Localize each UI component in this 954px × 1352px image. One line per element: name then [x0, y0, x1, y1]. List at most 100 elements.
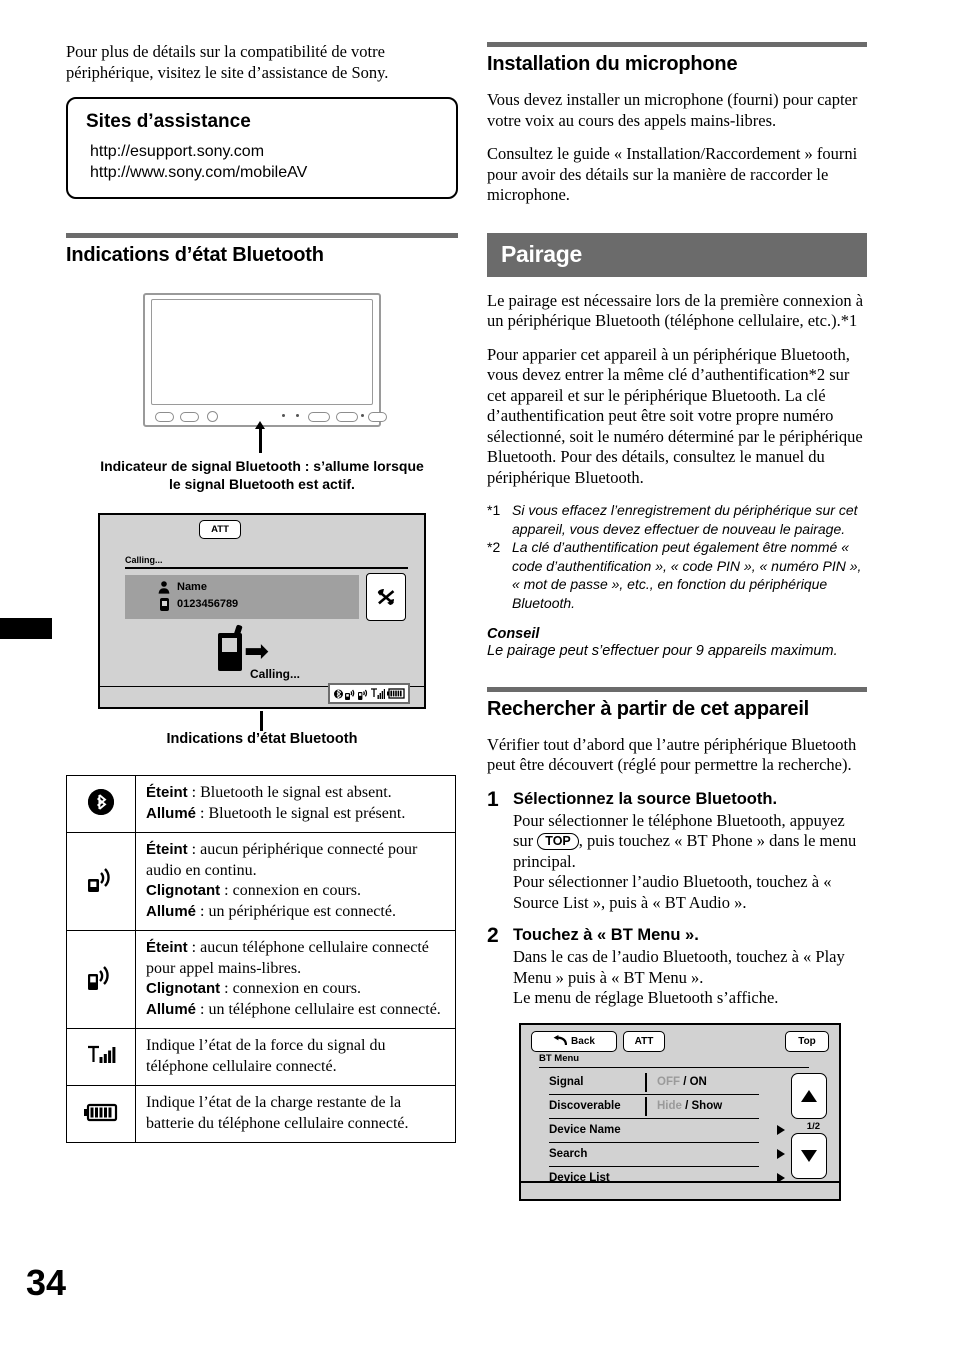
row-text-cell: Éteint : Bluetooth le signal est absent.…: [135, 775, 456, 833]
menu-row-device-name[interactable]: Device Name: [549, 1119, 785, 1143]
right-column: Installation du microphone Vous devez in…: [487, 42, 867, 1201]
back-button[interactable]: Back: [531, 1030, 617, 1052]
top-key-button[interactable]: TOP: [537, 833, 579, 850]
menu-row-label: Device Name: [549, 1124, 621, 1136]
tip-title: Conseil: [487, 626, 540, 642]
bluetooth-indicator-table: Éteint : Bluetooth le signal est absent.…: [66, 775, 456, 1143]
menu-row-device-list[interactable]: Device List: [549, 1167, 785, 1190]
tip-body: Le pairage peut s’effectuer pour 9 appar…: [487, 643, 838, 659]
contact-number: 0123456789: [177, 598, 239, 610]
support-url-1: http://esupport.sony.com: [90, 143, 265, 160]
page-number: 34: [26, 1262, 67, 1303]
section-rule: [487, 686, 867, 692]
support-url-2: http://www.sony.com/mobileAV: [90, 164, 308, 181]
mic-paragraph-2: Consultez le guide « Installation/Raccor…: [487, 144, 858, 204]
value-show: Show: [691, 1100, 723, 1112]
step-number: 1: [487, 787, 499, 811]
state-label: Clignotant: [146, 980, 221, 997]
chevron-right-icon: [777, 1148, 785, 1159]
section-title-microphone: Installation du microphone: [487, 53, 738, 75]
step-text: Dans le cas de l’audio Bluetooth, touche…: [513, 947, 845, 987]
footnote-2: *2 La clé d’authentification peut égalem…: [487, 538, 867, 612]
value-on: ON: [689, 1076, 707, 1088]
callout-arrowhead: [255, 421, 265, 429]
scroll-up-button[interactable]: [791, 1072, 827, 1119]
handsfree-icon: [88, 966, 109, 990]
step-title: Sélectionnez la source Bluetooth.: [513, 789, 778, 808]
left-column: Pour plus de détails sur la compatibilit…: [66, 42, 458, 1143]
state-desc: : Bluetooth le signal est présent.: [196, 804, 406, 822]
contact-row[interactable]: Name 0123456789: [125, 575, 359, 619]
top-button[interactable]: Top: [785, 1030, 829, 1052]
divider: [125, 567, 408, 569]
bt-menu-screen-mock: Back ATT Top BT Menu Signal OFF / ON Dis…: [519, 1022, 841, 1201]
back-arrow-icon: [553, 1035, 568, 1046]
calling-screen-caption: Indications d’état Bluetooth: [166, 731, 358, 747]
call-end-button[interactable]: [366, 573, 406, 621]
value-separator: /: [680, 1076, 690, 1088]
menu-row-signal[interactable]: Signal OFF / ON: [549, 1071, 759, 1095]
callout-stem: [259, 429, 262, 453]
value-separator: /: [681, 1100, 692, 1112]
unit-display: [151, 299, 373, 405]
chevron-right-icon: [777, 1124, 785, 1135]
signal-strength-icon: [370, 687, 385, 699]
calling-screen-mock: ATT Calling... Name 0123456789 ➡ Calling…: [98, 513, 426, 731]
state-desc: : aucun téléphone cellulaire connecté po…: [146, 939, 429, 977]
row-divider: [645, 1072, 647, 1092]
menu-row-value: OFF / ON: [657, 1076, 707, 1088]
bluetooth-status-bar: [328, 683, 410, 704]
att-button[interactable]: ATT: [199, 520, 241, 539]
section-rule: [487, 42, 867, 47]
state-label: Allumé: [146, 804, 197, 822]
screen-bottom-divider: [521, 1181, 839, 1183]
state-label: Clignotant: [146, 882, 221, 899]
battery-icon: [84, 1103, 118, 1121]
row-divider: [645, 1096, 647, 1116]
bt-menu-label: BT Menu: [539, 1052, 580, 1064]
scroll-down-button[interactable]: [791, 1132, 827, 1179]
state-desc: Indique l’état de la charge restante de …: [146, 1094, 409, 1132]
step-2: 2 Touchez à « BT Menu ». Dans le cas de …: [487, 925, 867, 1009]
step-text-line-2: Pour sélectionner l’audio Bluetooth, tou…: [513, 872, 832, 912]
menu-row-search[interactable]: Search: [549, 1143, 785, 1167]
menu-row-discoverable[interactable]: Discoverable Hide / Show: [549, 1095, 759, 1119]
support-sites-box: Sites d’assistance http://esupport.sony.…: [66, 97, 458, 199]
state-desc: : un périphérique est connecté.: [196, 902, 396, 920]
calling-status-text: Calling...: [250, 667, 301, 681]
footnote-marker: *2: [487, 539, 501, 555]
table-row: Éteint : Bluetooth le signal est absent.…: [66, 775, 456, 833]
state-desc: : connexion en cours.: [220, 980, 362, 997]
row-text-cell: Indique l’état de la force du signal du …: [135, 1028, 456, 1086]
menu-row-value: Hide / Show: [657, 1100, 722, 1112]
footnote-text: Si vous effacez l’enregistrement du péri…: [512, 502, 858, 537]
row-icon-cell: [66, 832, 136, 931]
row-text-cell: Indique l’état de la charge restante de …: [135, 1085, 456, 1143]
pairing-paragraph-1: Le pairage est nécessaire lors de la pre…: [487, 290, 864, 331]
footnote-text: La clé d’authentification peut également…: [512, 539, 862, 611]
row-icon-cell: [66, 1028, 136, 1086]
bluetooth-icon: [333, 689, 343, 698]
unit-illustration: Indicateur de signal Bluetooth : s’allum…: [66, 293, 458, 493]
state-desc: : connexion en cours.: [220, 882, 362, 899]
section-rule: [66, 233, 458, 238]
pairing-banner: Pairage: [487, 232, 867, 277]
att-button[interactable]: ATT: [623, 1030, 665, 1052]
step-content: Touchez à « BT Menu ». Dans le cas de l’…: [513, 925, 867, 1009]
state-desc: : aucun périphérique connecté pour audio…: [146, 841, 418, 879]
bluetooth-glyph-icon: [88, 788, 114, 815]
menu-row-label: Search: [549, 1148, 588, 1160]
table-row: Indique l’état de la charge restante de …: [66, 1085, 456, 1143]
bt-menu-rows: Signal OFF / ON Discoverable Hide / Show…: [549, 1071, 785, 1190]
state-label: Éteint: [146, 784, 188, 801]
step-content: Sélectionnez la source Bluetooth. Pour s…: [513, 789, 867, 914]
triangle-up-icon: [801, 1089, 817, 1102]
audio-streaming-icon: [88, 868, 110, 892]
contact-name: Name: [177, 581, 207, 593]
value-off: OFF: [657, 1076, 680, 1088]
step-number: 2: [487, 924, 499, 947]
state-desc: : Bluetooth le signal est absent.: [187, 784, 392, 801]
pairing-paragraph-2: Pour apparier cet appareil à un périphér…: [487, 344, 863, 487]
state-desc: : un téléphone cellulaire est connecté.: [196, 1000, 441, 1018]
status-callout-stem: [260, 711, 263, 731]
